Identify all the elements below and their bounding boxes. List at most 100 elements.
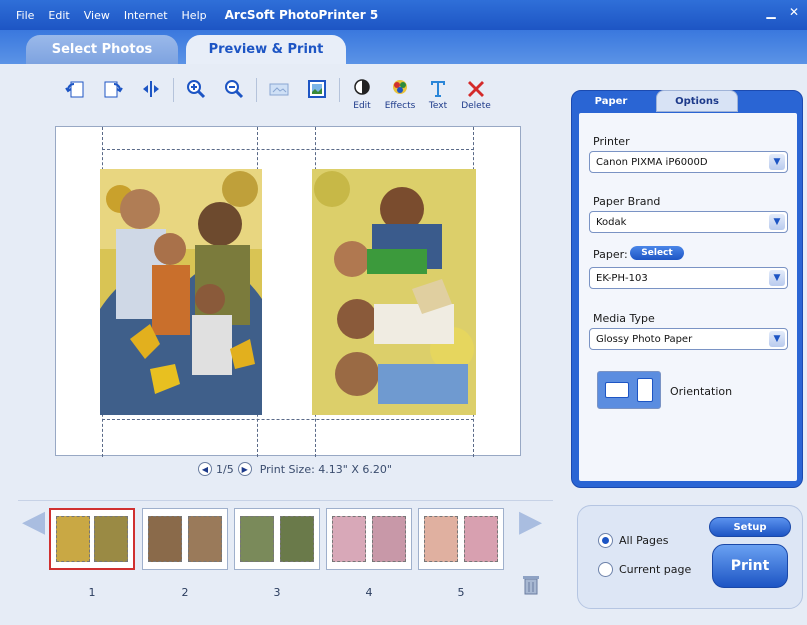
rotate-left-icon <box>65 81 84 98</box>
minimize-icon[interactable]: ▁ <box>764 5 778 19</box>
scroll-right-icon[interactable]: ▶ <box>519 504 542 539</box>
page-thumbnail[interactable] <box>234 508 320 570</box>
text-button[interactable]: Text <box>419 78 457 118</box>
paper-brand-select[interactable]: Kodak ▼ <box>589 211 788 233</box>
menu-edit[interactable]: Edit <box>48 9 69 22</box>
paper-label: Paper: <box>593 248 628 261</box>
zoom-out-button[interactable] <box>215 78 253 118</box>
thumbnail-number: 4 <box>365 586 373 599</box>
chevron-down-icon: ▼ <box>769 154 785 170</box>
thumbnail-photo <box>240 516 275 562</box>
fit-button[interactable] <box>260 78 298 118</box>
all-pages-label: All Pages <box>619 534 669 547</box>
menu-file[interactable]: File <box>16 9 34 22</box>
next-page-button[interactable]: ▶ <box>237 462 252 476</box>
all-pages-option[interactable]: All Pages <box>598 533 669 548</box>
crop-button[interactable] <box>298 78 336 118</box>
chevron-down-icon: ▼ <box>769 270 785 286</box>
media-type-select[interactable]: Glossy Photo Paper ▼ <box>589 328 788 350</box>
page-thumbnail[interactable] <box>326 508 412 570</box>
flip-icon <box>143 81 159 97</box>
title-bar: File Edit View Internet Help ArcSoft Pho… <box>0 0 807 30</box>
print-preview-page[interactable] <box>55 126 521 457</box>
tab-options[interactable]: Options <box>656 90 738 112</box>
page-thumbnail[interactable] <box>142 508 228 570</box>
portrait-icon[interactable] <box>636 378 653 402</box>
family-photo-right[interactable] <box>312 169 476 415</box>
current-page-label: Current page <box>619 563 692 576</box>
rotate-right-icon <box>104 81 123 98</box>
delete-x-icon <box>468 81 484 97</box>
tab-paper[interactable]: Paper <box>576 90 646 112</box>
current-page-radio[interactable] <box>598 562 613 577</box>
paper-select-button[interactable]: Select <box>630 246 684 260</box>
flip-button[interactable] <box>132 78 170 118</box>
app-title: ArcSoft PhotoPrinter 5 <box>224 8 379 22</box>
tab-select-photos[interactable]: Select Photos <box>26 35 178 64</box>
page-thumbnail[interactable] <box>418 508 504 570</box>
effects-icon <box>393 80 407 94</box>
edit-button[interactable]: Edit <box>343 78 381 118</box>
printer-label: Printer <box>593 135 630 148</box>
thumbnail-photo <box>187 516 222 562</box>
paper-brand-value: Kodak <box>596 216 627 228</box>
zoom-out-icon <box>225 80 244 99</box>
page-navigator: ◀ 1/5 ▶ Print Size: 4.13" X 6.20" <box>198 462 392 476</box>
effects-button[interactable]: Effects <box>381 78 419 118</box>
scroll-left-icon[interactable]: ◀ <box>22 504 45 539</box>
toolbar: Edit Effects Text Delete <box>56 78 495 118</box>
thumbnail-number: 5 <box>457 586 465 599</box>
thumbnail-number: 1 <box>88 586 96 599</box>
prev-page-button[interactable]: ◀ <box>198 462 212 476</box>
family-photo-image <box>100 169 262 415</box>
text-label: Text <box>428 101 448 111</box>
trash-icon[interactable] <box>521 574 541 596</box>
page-thumbnail[interactable] <box>49 508 135 570</box>
menu-help[interactable]: Help <box>182 9 207 22</box>
toolbar-divider <box>339 78 340 102</box>
chevron-down-icon: ▼ <box>769 331 785 347</box>
crop-image-icon <box>308 80 326 98</box>
rotate-right-button[interactable] <box>94 78 132 118</box>
delete-button[interactable]: Delete <box>457 78 495 118</box>
tab-strip: Select Photos Preview & Print <box>0 30 807 64</box>
printer-value: Canon PIXMA iP6000D <box>596 156 708 168</box>
thumbnail-photo <box>371 516 406 562</box>
zoom-in-icon <box>187 80 206 99</box>
page-indicator: 1/5 <box>216 462 234 476</box>
paper-type-value: EK-PH-103 <box>596 272 648 284</box>
print-button[interactable]: Print <box>712 544 788 588</box>
thumbnail-photo <box>94 516 129 562</box>
media-type-value: Glossy Photo Paper <box>596 333 693 345</box>
toolbar-divider <box>256 78 257 102</box>
print-size-label: Print Size: 4.13" X 6.20" <box>259 462 392 476</box>
thumbnail-number: 2 <box>181 586 189 599</box>
paper-type-select[interactable]: EK-PH-103 ▼ <box>589 267 788 289</box>
printer-select[interactable]: Canon PIXMA iP6000D ▼ <box>589 151 788 173</box>
thumbnail-photo <box>55 516 90 562</box>
current-page-option[interactable]: Current page <box>598 562 691 577</box>
rotate-left-button[interactable] <box>56 78 94 118</box>
close-icon[interactable]: ✕ <box>787 5 801 19</box>
setup-button[interactable]: Setup <box>709 517 791 537</box>
orientation-label: Orientation <box>670 385 733 398</box>
thumbnail-number: 3 <box>273 586 281 599</box>
all-pages-radio[interactable] <box>598 533 613 548</box>
edit-label: Edit <box>353 101 371 111</box>
zoom-in-button[interactable] <box>177 78 215 118</box>
effects-label: Effects <box>384 101 416 111</box>
tab-preview-print[interactable]: Preview & Print <box>186 35 346 64</box>
contrast-icon <box>354 79 370 95</box>
paper-brand-label: Paper Brand <box>593 195 661 208</box>
menu-view[interactable]: View <box>84 9 110 22</box>
family-photo-left[interactable] <box>100 169 262 415</box>
orientation-toggle[interactable] <box>597 371 661 409</box>
thumbnail-photo <box>424 516 459 562</box>
landscape-icon[interactable] <box>605 382 630 398</box>
media-type-label: Media Type <box>593 312 655 325</box>
family-photo-image <box>312 169 476 415</box>
chevron-down-icon: ▼ <box>769 214 785 230</box>
thumbnail-photo <box>332 516 367 562</box>
fit-image-icon <box>269 83 289 96</box>
menu-internet[interactable]: Internet <box>124 9 168 22</box>
